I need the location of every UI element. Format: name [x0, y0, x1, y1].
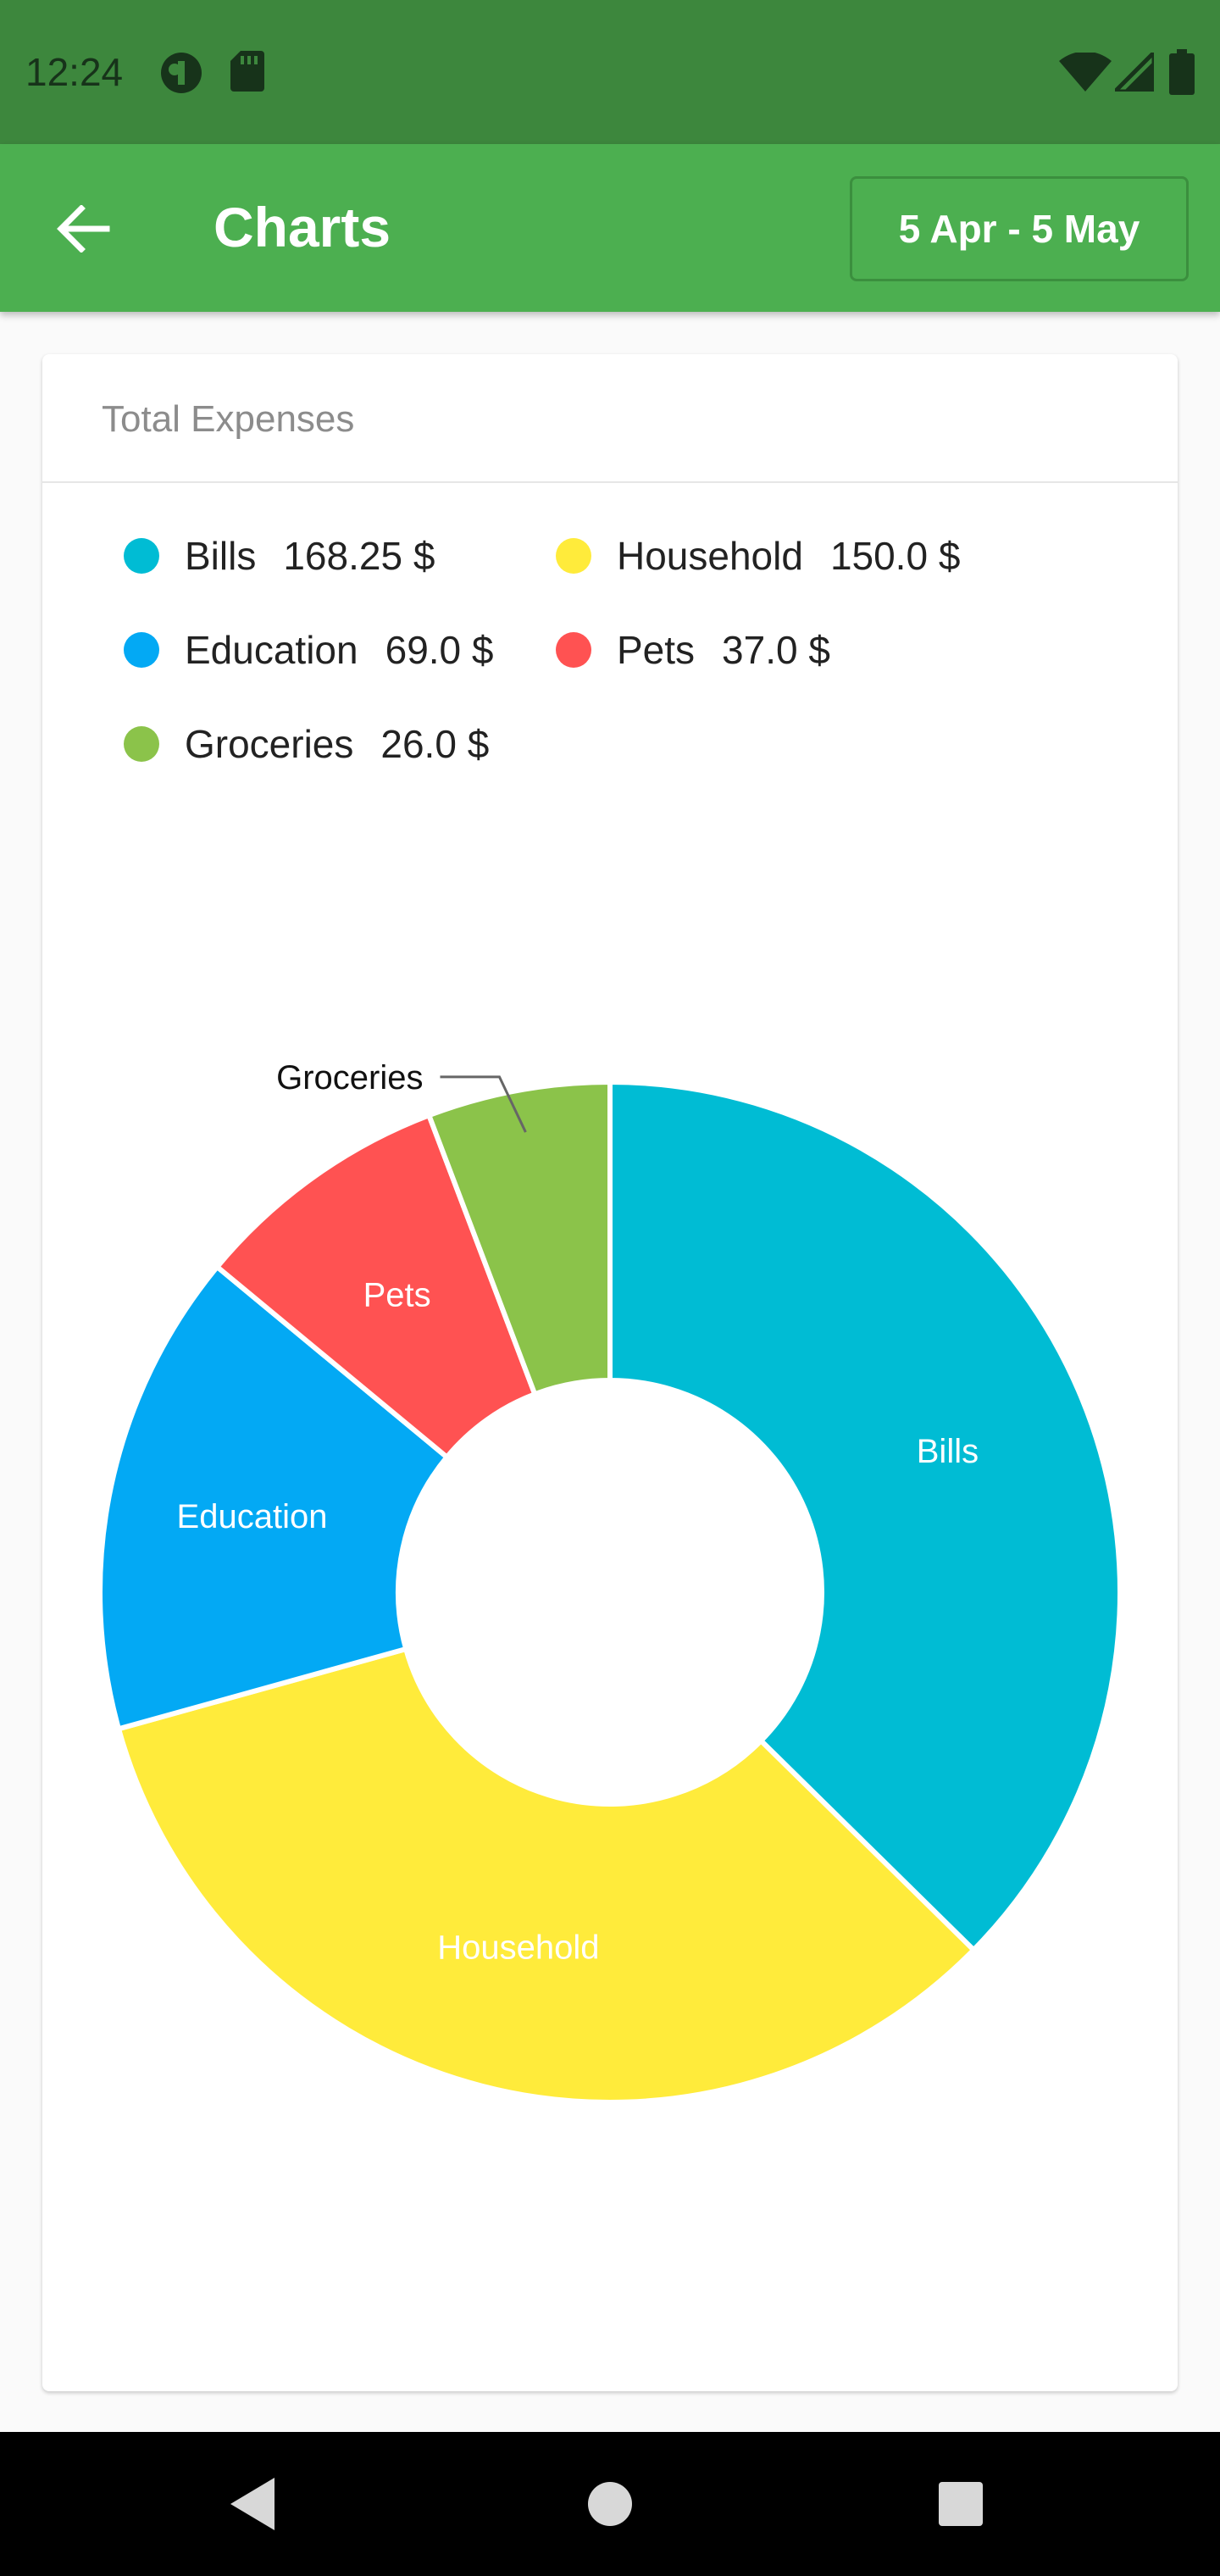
nav-back-icon	[230, 2478, 274, 2530]
nav-bar	[0, 2432, 1220, 2576]
slice-label-education: Education	[177, 1498, 328, 1535]
expenses-donut-chart: Bills Household Education Pets Groceries	[97, 1059, 1123, 2105]
app-notification-icon	[161, 53, 202, 93]
back-button[interactable]	[41, 186, 125, 271]
cell-signal-icon	[1115, 53, 1154, 92]
slice-label-bills: Bills	[917, 1433, 979, 1470]
date-range-button[interactable]: 5 Apr - 5 May	[850, 176, 1189, 281]
app-bar: Charts 5 Apr - 5 May	[0, 144, 1220, 312]
slice-label-groceries: Groceries	[276, 1059, 423, 1096]
nav-recents-button[interactable]	[910, 2453, 1012, 2555]
battery-icon	[1169, 49, 1195, 95]
arrow-back-icon	[57, 205, 110, 253]
status-bar: 12:24	[0, 0, 1220, 144]
status-time: 12:24	[25, 50, 124, 94]
nav-back-button[interactable]	[203, 2453, 305, 2555]
total-expenses-card: Total Expenses Bills 168.25 $ Household …	[42, 354, 1178, 2391]
sd-card-icon	[230, 51, 264, 92]
wifi-icon	[1059, 53, 1112, 92]
nav-home-icon	[588, 2482, 632, 2526]
nav-recents-icon	[939, 2482, 983, 2526]
slice-label-household: Household	[437, 1929, 599, 1966]
nav-home-button[interactable]	[559, 2453, 661, 2555]
page-title: Charts	[214, 196, 391, 258]
slice-label-pets: Pets	[363, 1277, 431, 1314]
